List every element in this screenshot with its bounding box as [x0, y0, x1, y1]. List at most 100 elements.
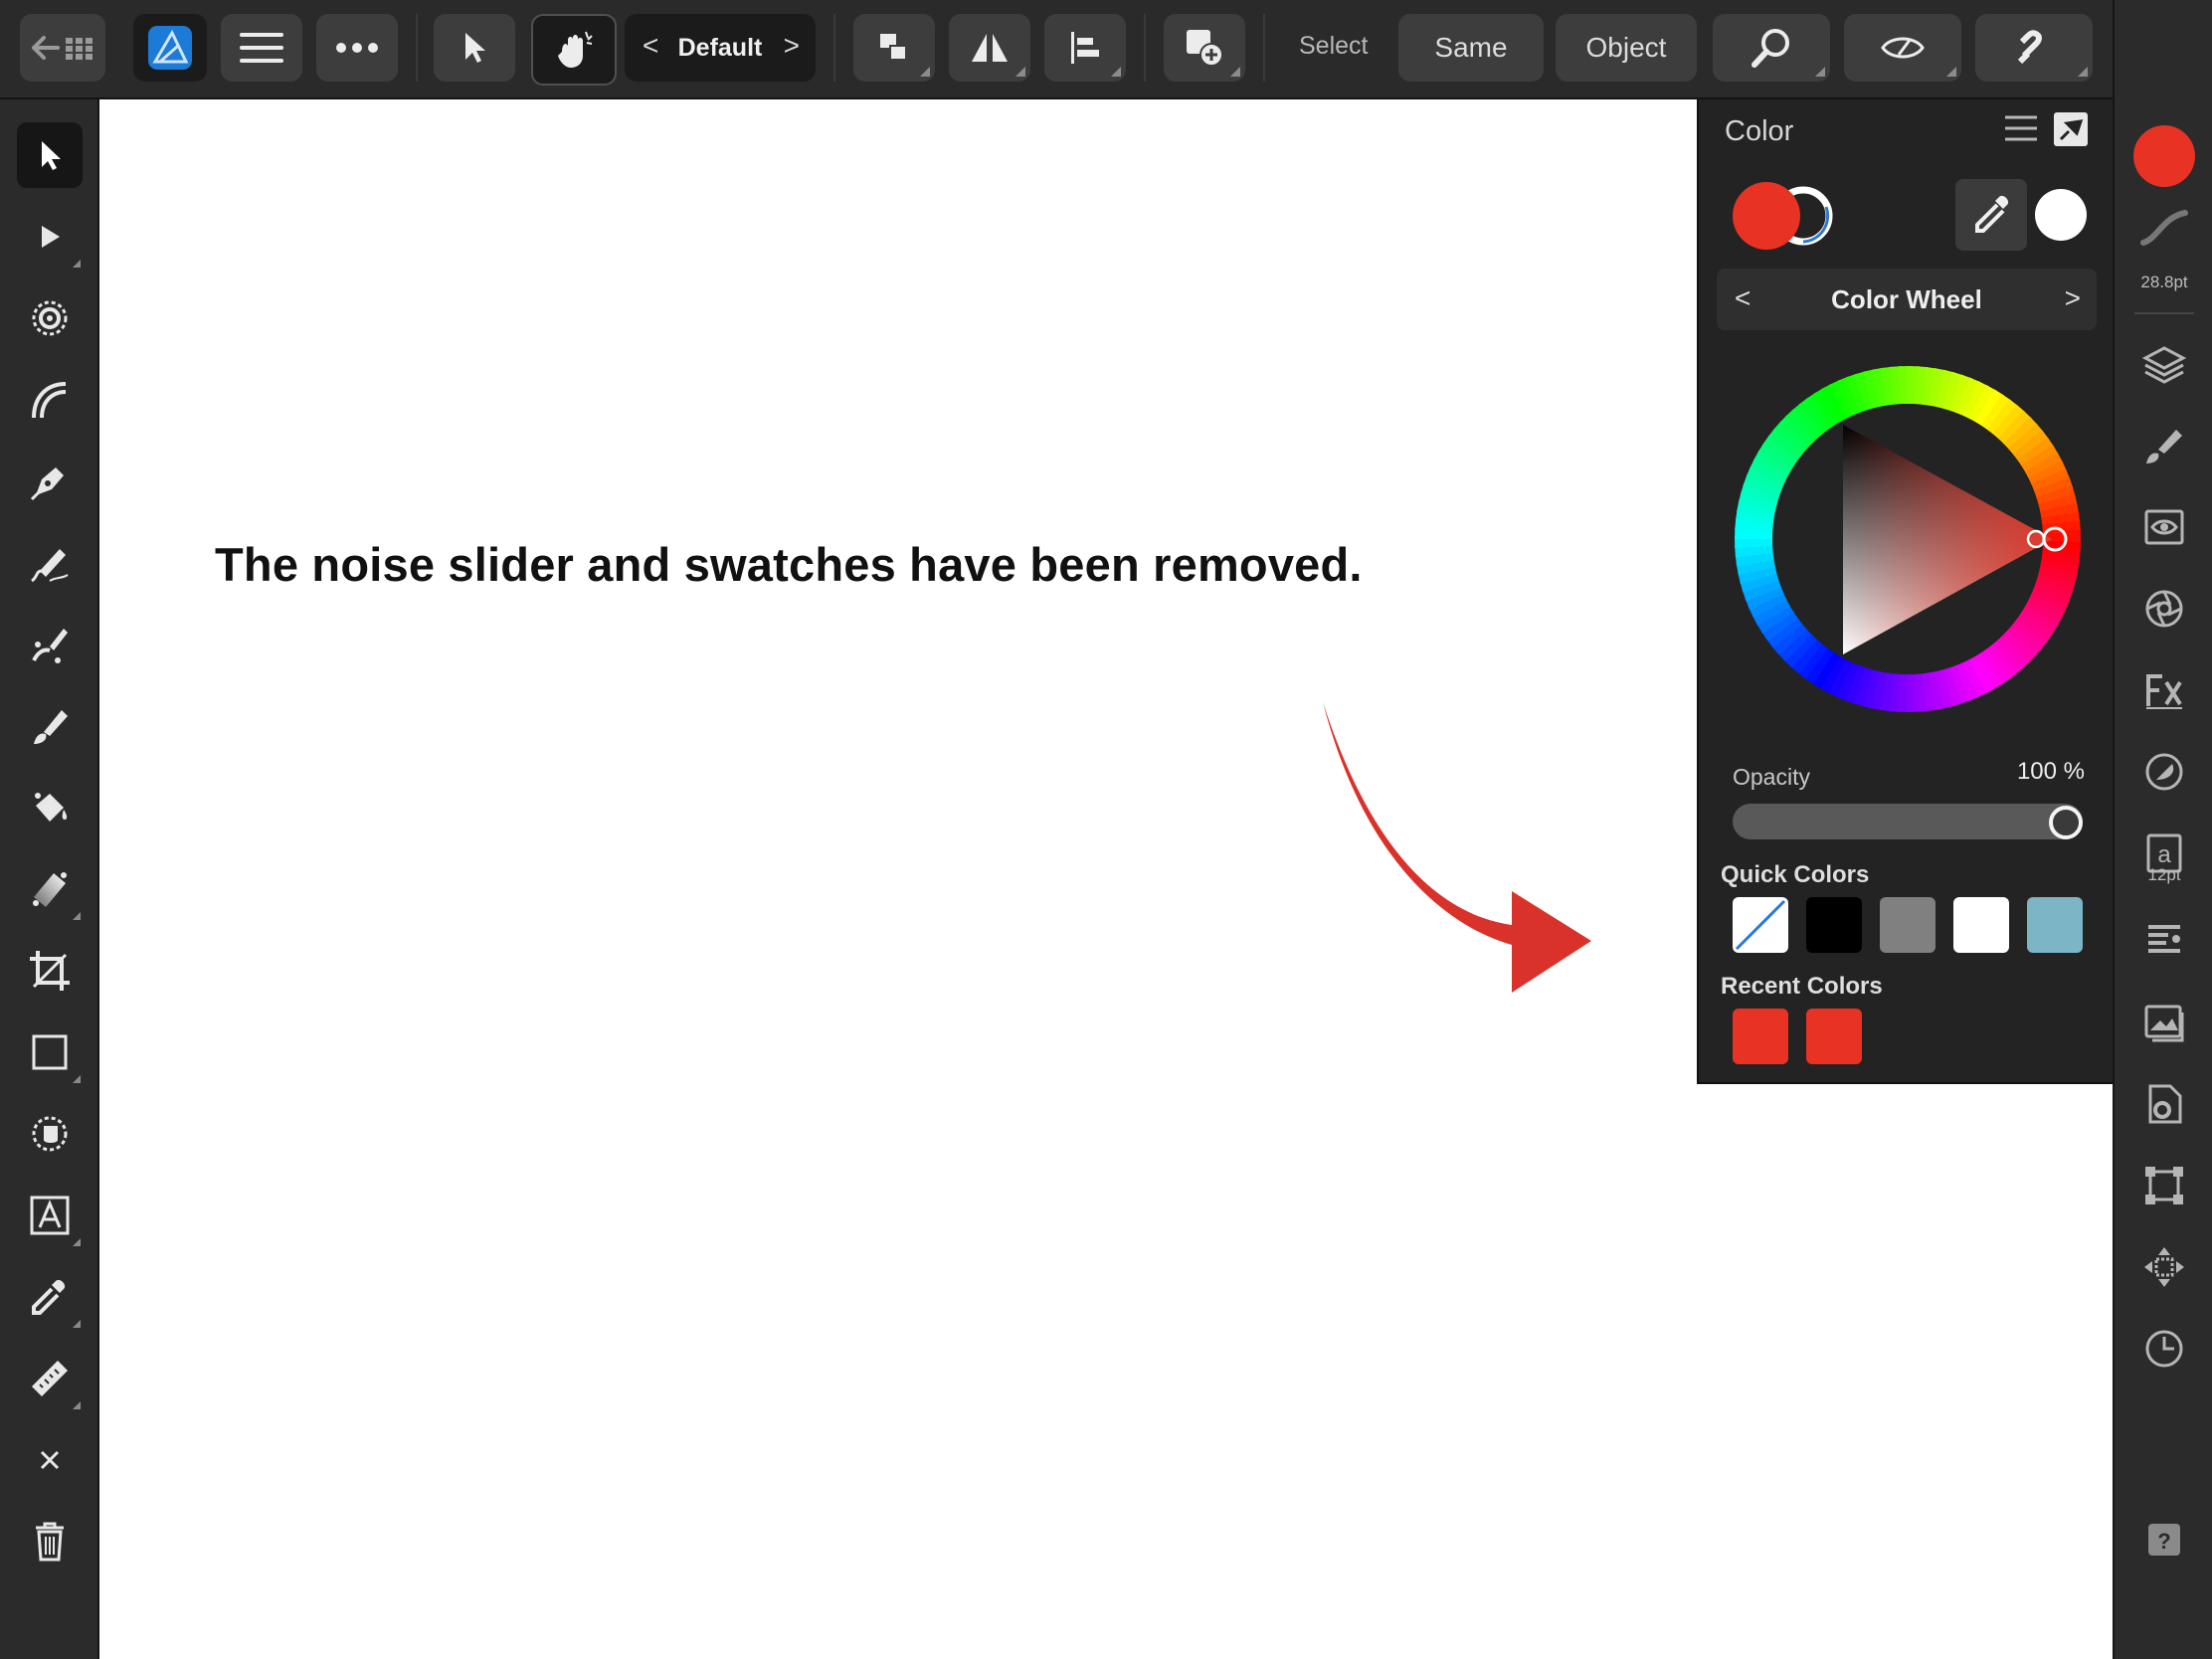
navigator-studio-button[interactable] — [2130, 1233, 2198, 1301]
corner-tool[interactable] — [17, 285, 83, 351]
recent-color-swatch[interactable] — [1733, 1009, 1788, 1064]
node-tool[interactable] — [17, 204, 83, 270]
vector-brush-tool[interactable] — [17, 530, 83, 596]
stroke-icon — [2140, 210, 2188, 246]
color-picker-tool[interactable] — [17, 1264, 83, 1330]
mode-next-icon[interactable]: > — [2065, 282, 2081, 314]
select-object-button[interactable]: Object — [1556, 14, 1697, 82]
hue-ring[interactable] — [1735, 366, 2081, 712]
rectangle-tool[interactable] — [17, 1019, 83, 1085]
pen-tool[interactable] — [17, 449, 83, 514]
color-mode-selector[interactable]: < Color Wheel > — [1717, 269, 2097, 330]
canvas-caption: The noise slider and swatches have been … — [215, 538, 1363, 591]
image-asset-icon — [2144, 1005, 2184, 1042]
align-button[interactable] — [1044, 14, 1126, 82]
preset-selector[interactable]: < Default > — [625, 14, 816, 82]
stroke-width-value: 28.8pt — [2140, 273, 2188, 291]
preset-label: Default — [677, 33, 763, 62]
layers-studio-button[interactable] — [2130, 330, 2198, 398]
crop-tool[interactable] — [17, 938, 83, 1004]
opacity-slider-thumb[interactable] — [2049, 806, 2083, 839]
measure-tool[interactable] — [17, 1346, 83, 1411]
preset-next-icon[interactable]: > — [784, 30, 800, 62]
arrange-button[interactable] — [853, 14, 935, 82]
fill-stroke-wells[interactable] — [1731, 181, 1840, 251]
recent-color-swatch[interactable] — [1806, 1009, 1862, 1064]
transparency-studio-button[interactable] — [2130, 738, 2198, 806]
panel-pin-button[interactable] — [2053, 111, 2089, 147]
select-mode-button[interactable] — [434, 14, 515, 82]
fill-bucket-icon — [35, 793, 68, 822]
history-studio-button[interactable] — [2130, 1315, 2198, 1382]
back-grid-icon — [32, 36, 92, 60]
current-color-well[interactable] — [2133, 125, 2195, 187]
arrange-icon — [880, 34, 907, 61]
opacity-slider[interactable] — [1733, 804, 2083, 839]
hand-gesture-button[interactable] — [531, 14, 617, 86]
studio-toolbar: 28.8pt a 12pt ? — [2113, 0, 2212, 1659]
gradient-tool[interactable] — [17, 856, 83, 922]
crop-icon — [30, 951, 70, 991]
help-button[interactable]: ? — [2130, 1506, 2198, 1573]
quick-colors-label: Quick Colors — [1721, 861, 1870, 888]
back-to-gallery-button[interactable] — [20, 14, 105, 82]
stroke-studio-button[interactable] — [2130, 195, 2198, 263]
history-clock-icon — [2145, 1330, 2183, 1368]
pen-nib-icon — [30, 467, 64, 501]
transform-studio-button[interactable] — [2130, 1152, 2198, 1219]
brushes-studio-button[interactable] — [2130, 412, 2198, 479]
shape-builder-tool[interactable] — [17, 1101, 83, 1167]
select-object-label: Object — [1585, 32, 1667, 63]
document-settings-button[interactable] — [2130, 1070, 2198, 1138]
more-options-button[interactable] — [316, 14, 398, 82]
affinity-designer-logo-icon — [148, 26, 192, 70]
panel-menu-button[interactable] — [2003, 113, 2043, 149]
help-icon: ? — [2148, 1524, 2180, 1556]
ruler-icon — [32, 1361, 68, 1396]
quick-color-swatch[interactable] — [1806, 897, 1862, 953]
search-button[interactable] — [1713, 14, 1830, 82]
text-tool[interactable] — [17, 1183, 83, 1248]
preset-prev-icon[interactable]: < — [643, 30, 658, 62]
quick-color-swatch[interactable] — [1880, 897, 1936, 953]
transparency-icon — [2145, 753, 2183, 791]
fill-tool[interactable] — [17, 775, 83, 840]
opacity-label: Opacity — [1733, 764, 1810, 790]
boolean-add-button[interactable] — [1164, 14, 1245, 82]
document-gear-icon — [2148, 1084, 2182, 1124]
vector-crop-tool[interactable] — [17, 612, 83, 677]
move-tool[interactable] — [17, 122, 83, 188]
appearance-studio-button[interactable] — [2130, 493, 2198, 561]
close-tool[interactable] — [17, 1427, 83, 1493]
secondary-color-swatch[interactable] — [2035, 189, 2087, 241]
fill-stroke-icon — [1733, 182, 1833, 250]
delete-tool[interactable] — [17, 1509, 83, 1574]
close-x-icon — [40, 1450, 60, 1470]
shape-builder-icon — [32, 1116, 68, 1152]
eye-pencil-icon — [1881, 37, 1925, 59]
paint-brush-icon — [34, 710, 68, 744]
snapping-button[interactable] — [1975, 14, 2093, 82]
app-logo-button[interactable] — [133, 14, 207, 82]
pin-icon — [2054, 112, 2088, 146]
flip-button[interactable] — [949, 14, 1030, 82]
select-same-label: Same — [1434, 32, 1508, 63]
pencil-tool[interactable] — [17, 367, 83, 433]
brush-icon — [2146, 430, 2182, 463]
magnet-icon — [2017, 30, 2042, 65]
color-wheel[interactable] — [1735, 366, 2081, 712]
quick-color-swatch[interactable] — [2027, 897, 2083, 953]
quick-color-swatch[interactable] — [1953, 897, 2009, 953]
main-menu-button[interactable] — [221, 14, 302, 82]
fx-studio-button[interactable] — [2130, 656, 2198, 724]
quick-color-swatch[interactable] — [1733, 897, 1788, 953]
view-mode-button[interactable] — [1844, 14, 1961, 82]
select-same-button[interactable]: Same — [1398, 14, 1544, 82]
effects-wheel-button[interactable] — [2130, 575, 2198, 643]
paint-brush-tool[interactable] — [17, 693, 83, 759]
vector-brush-icon — [31, 549, 69, 583]
paragraph-studio-button[interactable] — [2130, 907, 2198, 975]
assets-studio-button[interactable] — [2130, 989, 2198, 1056]
eyedropper-button[interactable] — [1955, 179, 2027, 251]
move-arrows-icon — [2144, 1247, 2184, 1287]
